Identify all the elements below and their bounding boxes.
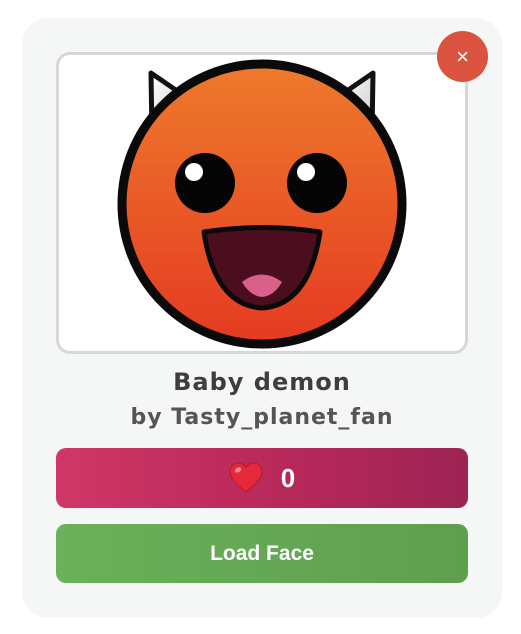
left-eye (175, 153, 235, 213)
demon-face-image (117, 59, 407, 349)
face-preview (56, 52, 468, 354)
face-author: by Tasty_planet_fan (130, 405, 394, 430)
face-title: Baby demon (173, 368, 351, 396)
right-eye (287, 153, 347, 213)
face-card: × Baby demon by Tasty_planet_fan 0 Load … (22, 18, 502, 618)
like-button[interactable]: 0 (56, 448, 468, 508)
load-face-label: Load Face (210, 541, 314, 565)
heart-icon (229, 462, 263, 493)
close-button[interactable]: × (437, 31, 488, 82)
close-icon: × (456, 43, 469, 69)
like-count: 0 (280, 462, 296, 493)
load-face-button[interactable]: Load Face (56, 524, 468, 583)
